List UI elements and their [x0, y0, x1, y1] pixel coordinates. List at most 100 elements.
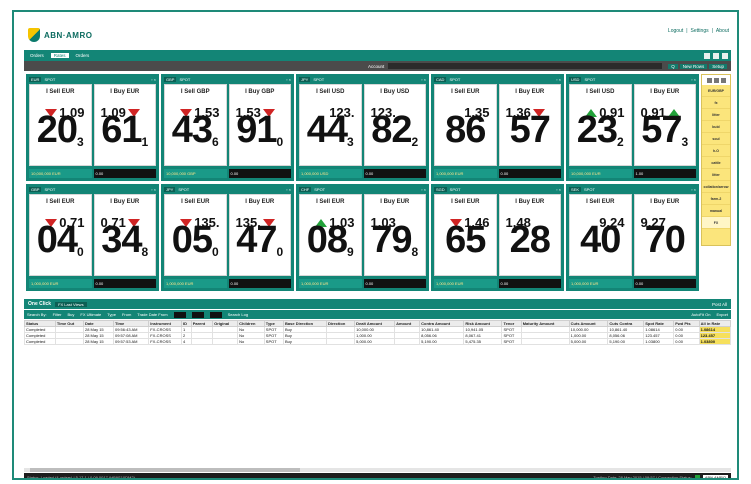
time-input[interactable] — [209, 311, 222, 318]
sell-price-button[interactable]: I Sell EUR 1.46 65 — [434, 194, 497, 276]
side-panel-item[interactable]: collation/arrow — [702, 181, 730, 193]
buy-price-button[interactable]: I Buy EUR 1.03 798 — [363, 194, 426, 276]
sell-price-button[interactable]: I Sell EUR 1.35 86 — [434, 84, 497, 166]
minimize-icon[interactable] — [704, 52, 710, 59]
notional-amount-input[interactable]: 10,000,000 EUR — [569, 169, 632, 178]
side-panel-item[interactable]: FX — [702, 217, 730, 229]
tile-currency-pair[interactable]: GBP — [29, 186, 42, 192]
buy-price-button[interactable]: I Buy USD 123. 822 — [363, 84, 426, 166]
tile-kind[interactable]: SPOT — [314, 187, 325, 192]
secondary-amount-input[interactable]: 0.00 — [498, 279, 561, 288]
date-to-input[interactable] — [191, 311, 204, 318]
filter-label[interactable]: Filter — [53, 312, 62, 317]
secondary-amount-input[interactable]: 0.00 — [498, 169, 561, 178]
tile-currency-pair[interactable]: JPY — [299, 76, 311, 82]
menu-item-orders-2[interactable]: Orders — [73, 53, 93, 58]
side-panel-item[interactable]: fx — [702, 97, 730, 109]
logout-link[interactable]: Logout — [668, 28, 683, 34]
notional-amount-input[interactable]: 1,000,000 EUR — [29, 279, 92, 288]
side-panel-item[interactable]: manual — [702, 205, 730, 217]
fx-last-views-tab[interactable]: FX Last Views — [55, 301, 87, 307]
tile-kind[interactable]: SPOT — [44, 77, 55, 82]
list-icon[interactable] — [713, 77, 719, 83]
tile-currency-pair[interactable]: CAD — [434, 76, 447, 82]
table-row[interactable]: Completed 28 May 15 09:57:53 AM FX-CROSS 4 No… — [24, 338, 732, 345]
menu-item-orders[interactable]: Orders — [27, 53, 47, 58]
buy-price-button[interactable]: I Buy EUR 1.09 611 — [93, 84, 156, 166]
secondary-amount-input[interactable]: 0.00 — [633, 279, 696, 288]
sell-price-button[interactable]: I Sell USD 0.91 232 — [569, 84, 632, 166]
secondary-amount-input[interactable]: 0.00 — [228, 279, 291, 288]
tile-controls-icon[interactable]: ▫ × — [286, 77, 291, 82]
tile-kind[interactable]: SPOT — [178, 187, 189, 192]
tile-kind[interactable]: SPOT — [450, 187, 461, 192]
sell-price-button[interactable]: I Sell EUR 1.03 089 — [299, 194, 362, 276]
side-panel-item[interactable]: h-O — [702, 145, 730, 157]
horizontal-scrollbar[interactable] — [24, 468, 731, 472]
type-filter[interactable]: Type — [107, 312, 116, 317]
scrollbar-thumb[interactable] — [30, 468, 300, 472]
grid-icon[interactable] — [706, 77, 712, 83]
about-link[interactable]: About — [716, 28, 729, 34]
side-panel-item[interactable]: soul — [702, 133, 730, 145]
tile-controls-icon[interactable]: ▫ × — [691, 77, 696, 82]
tile-kind[interactable]: SPOT — [313, 77, 324, 82]
tile-currency-pair[interactable]: SGD — [434, 186, 447, 192]
buy-price-button[interactable]: I Buy EUR 0.91 573 — [633, 84, 696, 166]
search-log-button[interactable]: Search Log — [228, 312, 248, 317]
side-panel-item[interactable]: buid — [702, 121, 730, 133]
tile-controls-icon[interactable]: ▫ × — [151, 77, 156, 82]
from-filter[interactable]: From — [122, 312, 131, 317]
tile-kind[interactable]: SPOT — [449, 77, 460, 82]
sell-price-button[interactable]: I Sell EUR 9.24 40 — [569, 194, 632, 276]
fx-ultimate-filter[interactable]: FX Ultimate — [80, 312, 101, 317]
sell-price-button[interactable]: I Sell EUR 0.71 040 — [29, 194, 92, 276]
export-button[interactable]: Export — [716, 312, 728, 317]
sell-price-button[interactable]: I Sell EUR 1.09 203 — [29, 84, 92, 166]
side-panel-item[interactable]: EUR/GBP — [702, 85, 730, 97]
notional-amount-input[interactable]: 10,000,000 EUR — [29, 169, 92, 178]
tile-kind[interactable]: SPOT — [584, 187, 595, 192]
secondary-amount-input[interactable]: 0.00 — [363, 279, 426, 288]
notional-amount-input[interactable]: 1,000,000 EUR — [434, 169, 497, 178]
side-panel-item[interactable]: farm-2 — [702, 193, 730, 205]
settings-link[interactable]: Settings — [691, 28, 709, 34]
tile-currency-pair[interactable]: CHF — [299, 186, 312, 192]
autofit-toggle[interactable]: AutoFit On — [691, 312, 710, 317]
tile-currency-pair[interactable]: SEK — [569, 186, 582, 192]
menu-item-rates[interactable]: Rates — [50, 53, 69, 58]
buy-price-button[interactable]: I Buy EUR 1.36 57 — [498, 84, 561, 166]
new-rows-button[interactable]: New Rows — [679, 63, 708, 69]
date-from-input[interactable] — [173, 311, 186, 318]
secondary-amount-input[interactable]: 1.00 — [633, 169, 696, 178]
tile-kind[interactable]: SPOT — [179, 77, 190, 82]
tile-controls-icon[interactable]: ▫ × — [286, 187, 291, 192]
secondary-amount-input[interactable]: 0.00 — [363, 169, 426, 178]
buy-price-button[interactable]: I Buy EUR 9.27 70 — [633, 194, 696, 276]
buy-price-button[interactable]: I Buy EUR 1.48 28 — [498, 194, 561, 276]
tile-controls-icon[interactable]: ▫ × — [556, 77, 561, 82]
tile-controls-icon[interactable]: ▫ × — [691, 187, 696, 192]
sell-price-button[interactable]: I Sell EUR 135. 050 — [164, 194, 227, 276]
tile-currency-pair[interactable]: EUR — [29, 76, 42, 82]
setup-button[interactable]: Setup — [709, 63, 727, 69]
tile-controls-icon[interactable]: ▫ × — [421, 77, 426, 82]
search-button[interactable]: Q — [668, 63, 678, 69]
side-panel-item[interactable]: cattle — [702, 157, 730, 169]
tile-currency-pair[interactable]: USD — [569, 76, 582, 82]
restore-icon[interactable] — [713, 52, 719, 59]
sell-price-button[interactable]: I Sell USD 123. 443 — [299, 84, 362, 166]
account-field[interactable] — [388, 63, 663, 69]
tile-currency-pair[interactable]: JPY — [164, 186, 176, 192]
notional-amount-input[interactable]: 1,000,000 EUR — [299, 279, 362, 288]
tile-currency-pair[interactable]: GBP — [164, 76, 177, 82]
tile-controls-icon[interactable]: ▫ × — [151, 187, 156, 192]
tile-kind[interactable]: SPOT — [44, 187, 55, 192]
secondary-amount-input[interactable]: 0.00 — [93, 169, 156, 178]
notional-amount-input[interactable]: 10,000,000 GBP — [164, 169, 227, 178]
buy-price-button[interactable]: I Buy EUR 135. 470 — [228, 194, 291, 276]
tile-controls-icon[interactable]: ▫ × — [421, 187, 426, 192]
sell-price-button[interactable]: I Sell GBP 1.53 436 — [164, 84, 227, 166]
tile-kind[interactable]: SPOT — [584, 77, 595, 82]
close-icon[interactable] — [722, 52, 728, 59]
